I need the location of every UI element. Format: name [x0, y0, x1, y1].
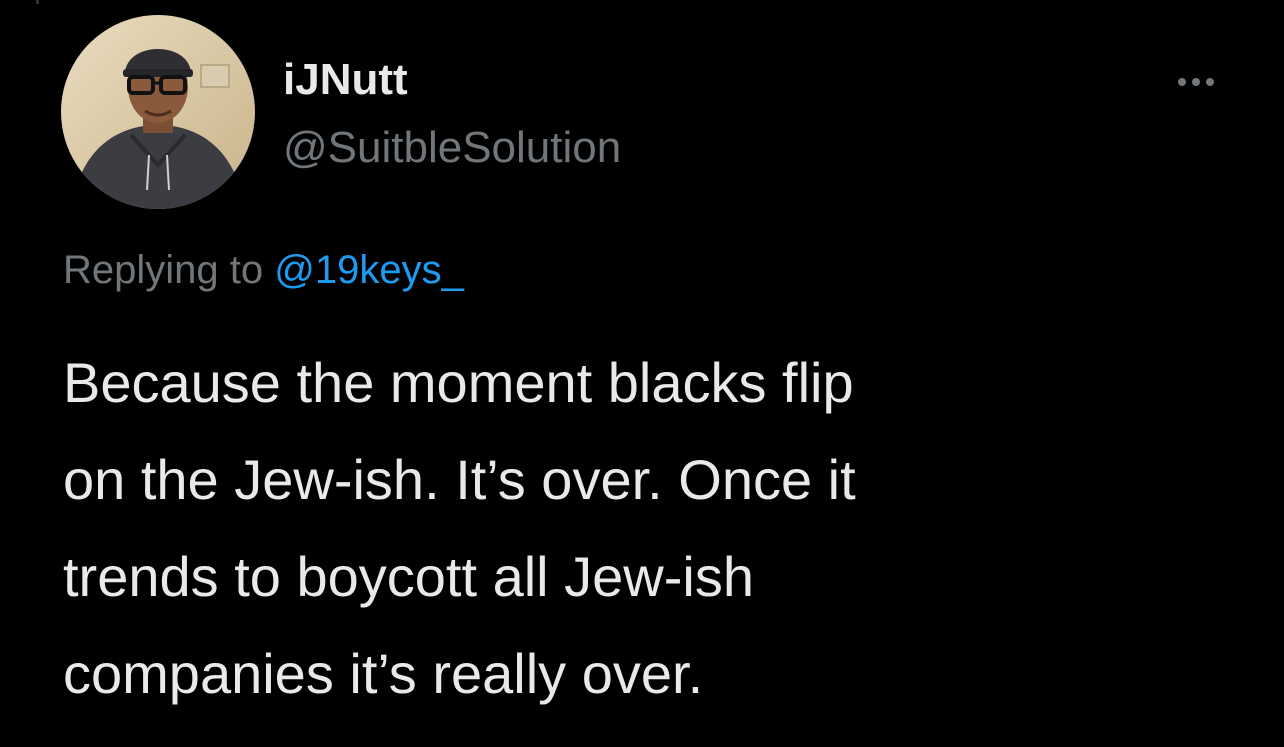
- more-horizontal-icon-dot: [1206, 78, 1214, 86]
- tweet-text-line: on the Jew-ish. It’s over. Once it: [63, 448, 856, 511]
- tweet-text-line: companies it’s really over.: [63, 642, 704, 705]
- more-horizontal-icon-dot: [1192, 78, 1200, 86]
- divider: [36, 0, 39, 4]
- profile-photo-icon: [61, 15, 255, 209]
- reply-context-prefix: Replying to: [63, 248, 264, 292]
- display-name[interactable]: iJNutt: [283, 52, 408, 108]
- reply-context: Replying to @19keys_: [63, 242, 464, 298]
- avatar[interactable]: [61, 15, 255, 209]
- more-options-button[interactable]: [1168, 64, 1224, 100]
- user-handle[interactable]: @SuitbleSolution: [283, 120, 621, 176]
- tweet-card: iJNutt @SuitbleSolution Replying to @19k…: [0, 0, 1284, 747]
- reply-mention-link[interactable]: @19keys_: [274, 248, 464, 292]
- tweet-text-line: Because the moment blacks flip: [63, 351, 854, 414]
- more-horizontal-icon: [1178, 78, 1186, 86]
- tweet-text: Because the moment blacks flip on the Je…: [63, 334, 1223, 722]
- tweet-text-line: trends to boycott all Jew-ish: [63, 545, 754, 608]
